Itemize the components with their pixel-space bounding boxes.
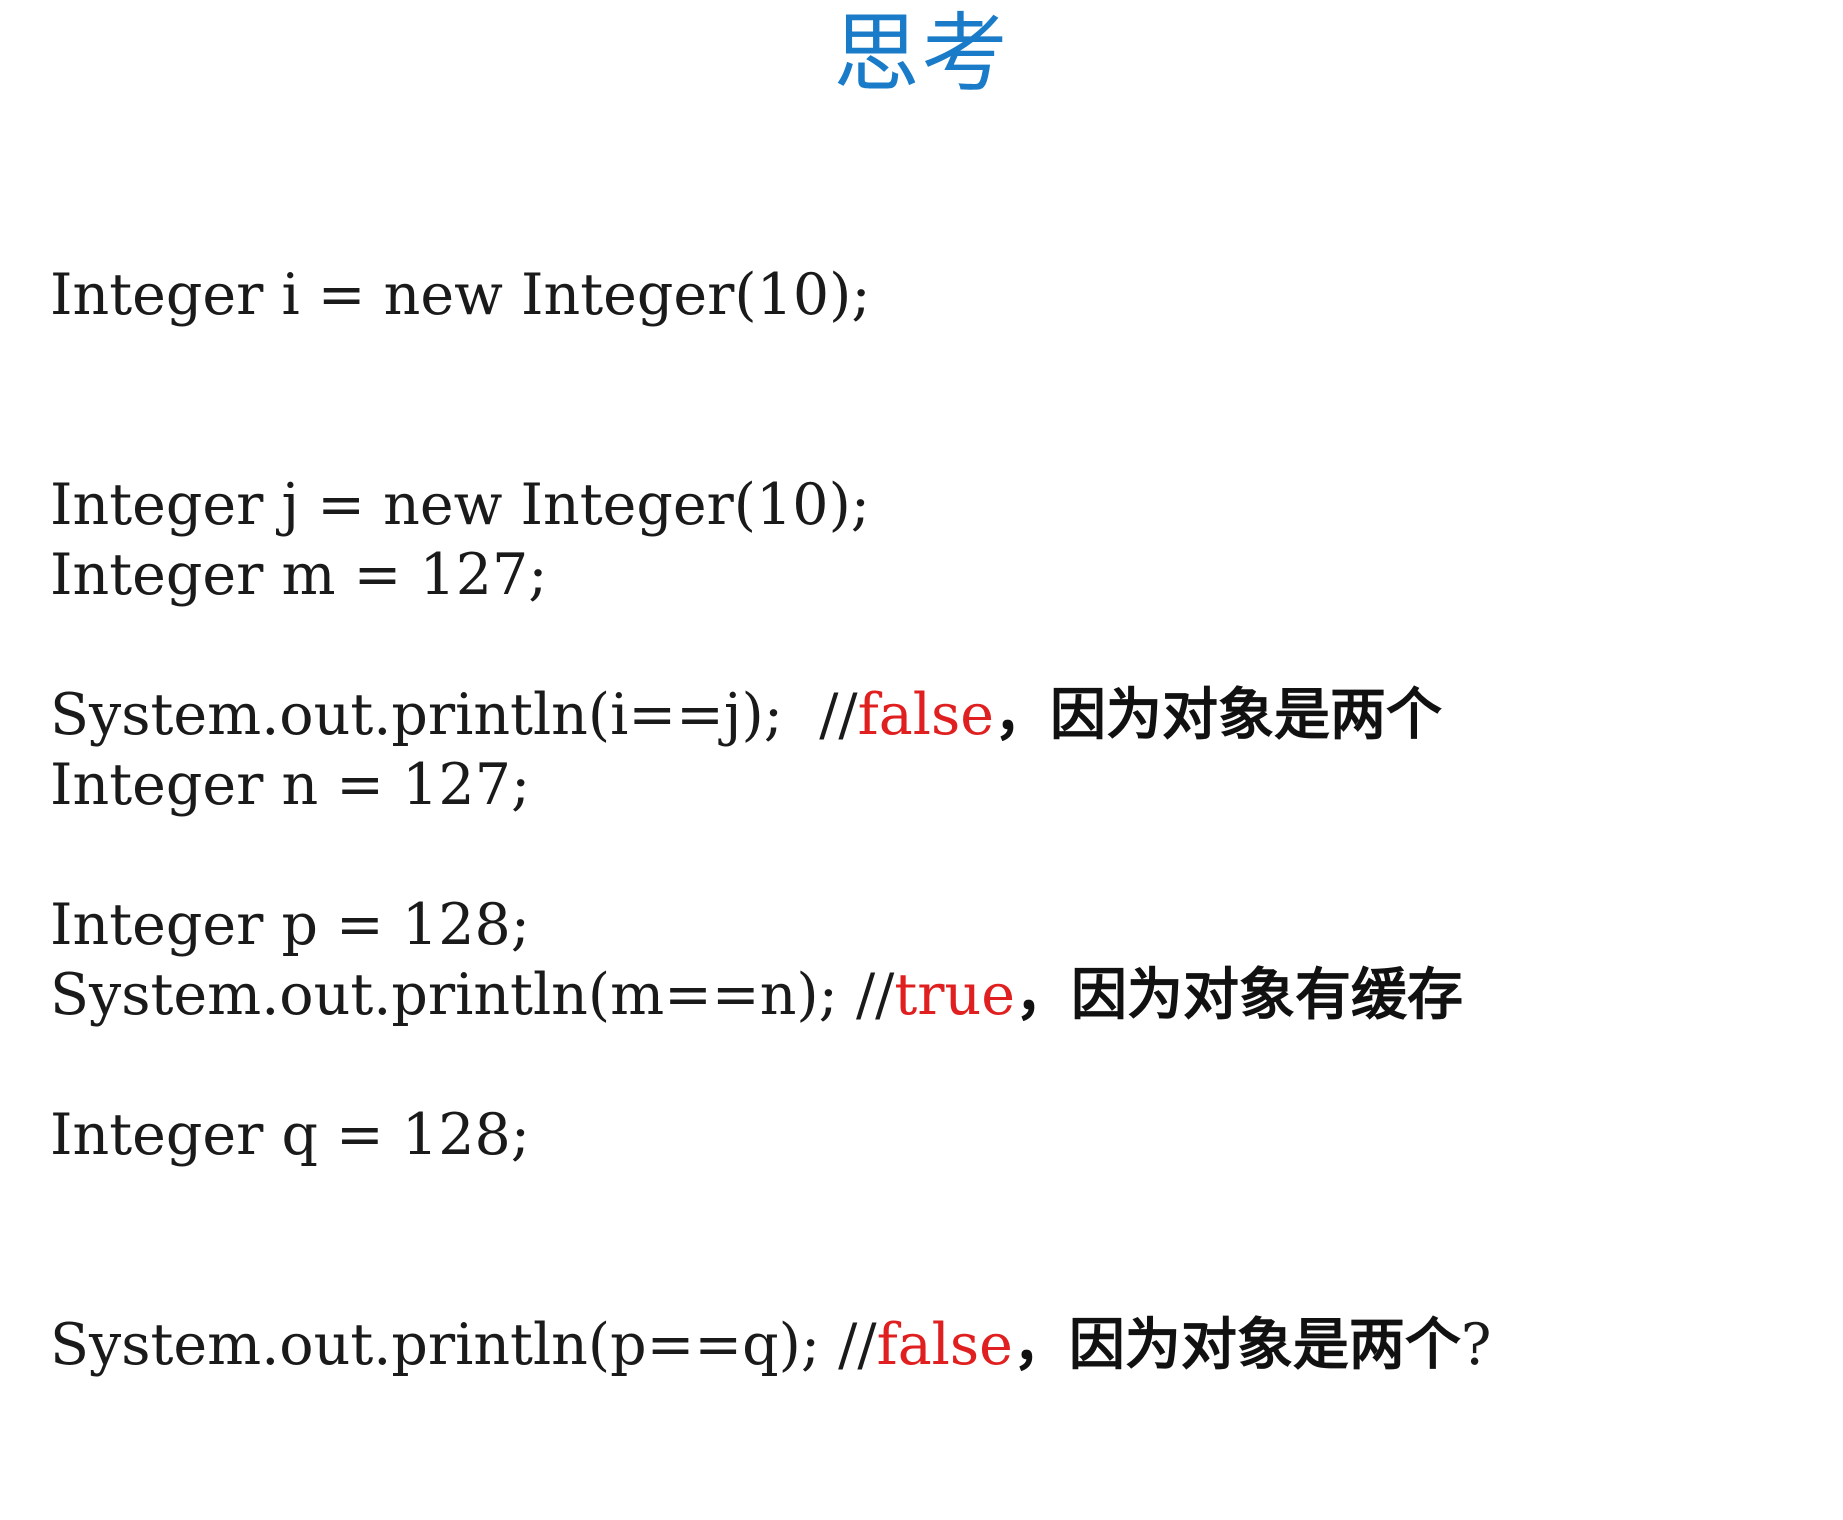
explanation-note: ，因为对象是两个 xyxy=(1012,1313,1461,1378)
code-line: Integer q = 128; xyxy=(50,1102,530,1168)
code-line: Integer m = 127; xyxy=(50,542,548,608)
code-line: Integer p = 128; xyxy=(50,892,530,958)
slide-title: 思考 xyxy=(833,4,1010,104)
code-line: Integer i = new Integer(10); xyxy=(50,262,871,328)
code-text: System.out.println(p==q); // xyxy=(50,1312,877,1378)
result-keyword: false xyxy=(876,1312,1013,1378)
suffix-mark: ? xyxy=(1460,1312,1492,1378)
code-line-comparison: System.out.println(p==q); //false，因为对象是两… xyxy=(50,1310,1491,1380)
code-block-autobox-128: Integer p = 128; Integer q = 128; System… xyxy=(50,750,1491,1520)
slide: 思考 Integer i = new Integer(10); Integer … xyxy=(0,0,1843,1378)
